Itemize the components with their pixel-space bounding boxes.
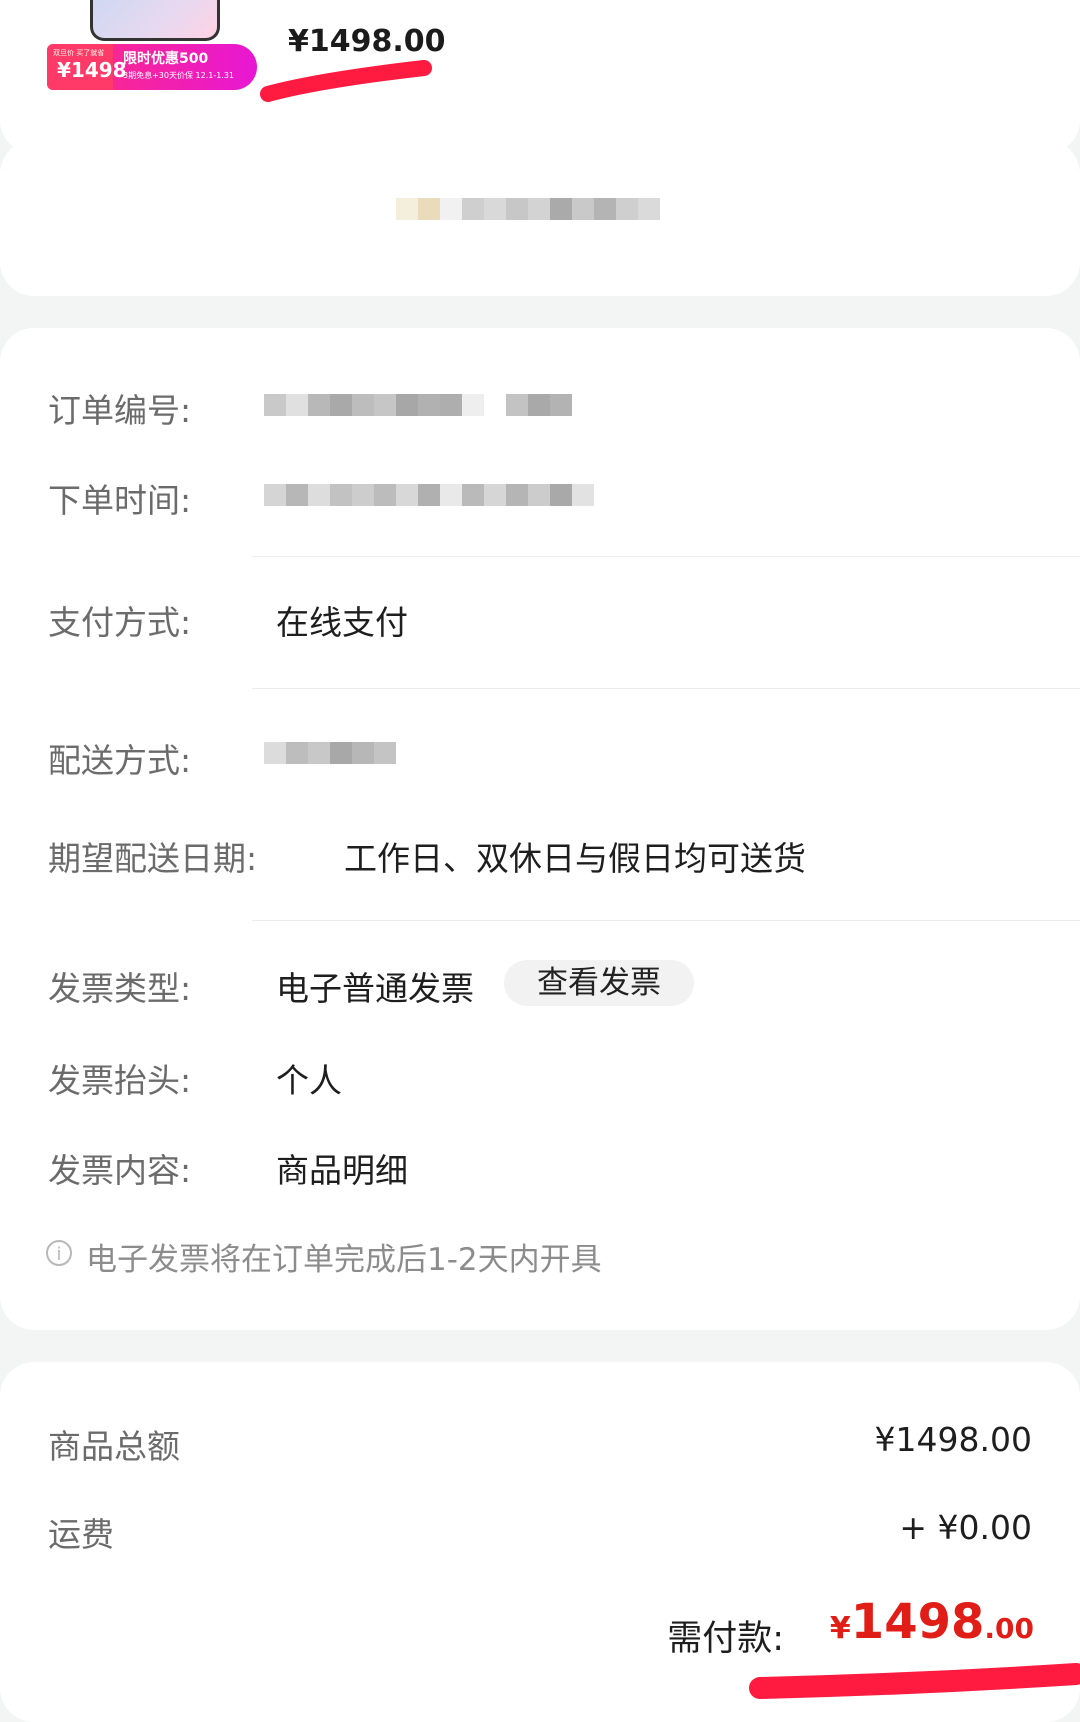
divider [252, 556, 1080, 557]
promo-price: ¥1498 [57, 58, 127, 82]
delivery-method-redacted [264, 742, 396, 764]
order-time-redacted [264, 484, 594, 506]
payable-integer: 1498 [850, 1594, 985, 1650]
payable-amount: ¥1498.00 [830, 1594, 1034, 1650]
product-thumbnail[interactable] [90, 0, 220, 41]
goods-total-value: ¥1498.00 [874, 1420, 1032, 1459]
expected-delivery-label: 期望配送日期: [48, 839, 258, 878]
product-price: ¥1498.00 [288, 24, 446, 59]
info-icon: i [46, 1240, 72, 1266]
invoice-type-label: 发票类型: [48, 969, 192, 1008]
promo-badge: 双旦价 买了就省 [53, 49, 105, 57]
delivery-method-label: 配送方式: [48, 741, 192, 780]
order-number-redacted [264, 394, 572, 416]
shipping-label: 运费 [48, 1515, 114, 1554]
invoice-title-value: 个人 [276, 1061, 342, 1100]
payment-method-label: 支付方式: [48, 603, 192, 642]
promo-banner: 双旦价 买了就省 ¥1498 限时优惠500 3期免息+30天价保 12.1-1… [47, 44, 257, 90]
goods-total-label: 商品总额 [48, 1427, 180, 1466]
expected-delivery-value: 工作日、双休日与假日均可送货 [344, 839, 806, 878]
red-underline-annotation [260, 60, 432, 102]
promo-subtitle: 3期免息+30天价保 12.1-1.31 [123, 71, 235, 80]
invoice-content-label: 发票内容: [48, 1151, 192, 1190]
promo-title: 限时优惠500 [123, 51, 209, 67]
order-time-label: 下单时间: [48, 481, 192, 520]
payable-decimal: .00 [984, 1612, 1034, 1645]
shipping-value: + ¥0.00 [899, 1508, 1032, 1547]
payment-method-value: 在线支付 [276, 603, 408, 642]
promo-price-tag: 双旦价 买了就省 ¥1498 [47, 44, 127, 90]
invoice-note: 电子发票将在订单完成后1-2天内开具 [86, 1242, 602, 1278]
red-underline-annotation [749, 1663, 1080, 1699]
shop-name-redacted [396, 198, 660, 220]
view-invoice-button[interactable]: 查看发票 [504, 960, 694, 1006]
order-number-label: 订单编号: [48, 391, 192, 430]
divider [252, 920, 1080, 921]
invoice-title-label: 发票抬头: [48, 1061, 192, 1100]
product-card: 双旦价 买了就省 ¥1498 限时优惠500 3期免息+30天价保 12.1-1… [0, 0, 1080, 154]
divider [252, 688, 1080, 689]
invoice-content-value: 商品明细 [276, 1151, 408, 1190]
invoice-type-value: 电子普通发票 [276, 969, 474, 1008]
shop-row[interactable] [0, 140, 1080, 296]
payable-label: 需付款: [667, 1619, 784, 1659]
payable-currency: ¥ [829, 1611, 851, 1646]
